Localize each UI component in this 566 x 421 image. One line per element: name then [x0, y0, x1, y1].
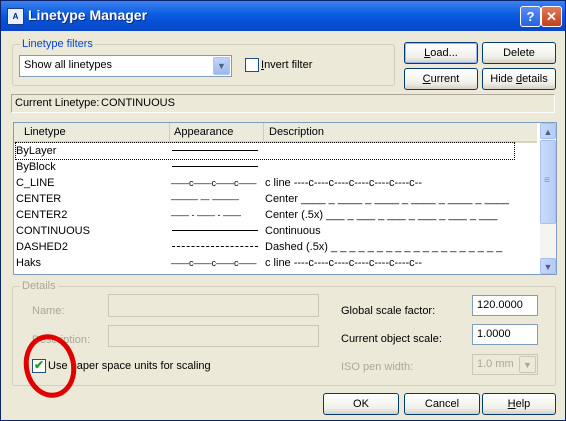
column-header-description[interactable]: Description [264, 123, 536, 141]
chevron-down-icon: ▼ [519, 356, 536, 373]
appearance-swatch: ——c——c——c—— [171, 258, 257, 268]
object-scale-input[interactable]: 1.0000 [472, 324, 538, 345]
list-item[interactable]: CONTINUOUS Continuous [14, 223, 536, 239]
help-button[interactable]: Help [482, 393, 556, 415]
details-legend: Details [20, 280, 58, 292]
linetype-name: CENTER [16, 193, 62, 205]
name-label: Name: [32, 305, 65, 317]
linetype-description: c line ----c----c----c----c----c----c-- [265, 257, 422, 269]
scroll-up-icon[interactable]: ▲ [540, 123, 556, 139]
column-header-appearance[interactable]: Appearance [169, 123, 264, 141]
list-item[interactable]: DASHED2 Dashed (.5x) _ _ _ _ _ _ _ _ _ _… [14, 239, 536, 255]
list-item[interactable]: C_LINE ——c——c——c—— c line ----c----c----… [14, 175, 536, 191]
appearance-swatch [172, 246, 258, 247]
description-field [108, 325, 319, 347]
appearance-swatch [172, 166, 258, 167]
delete-button[interactable]: Delete [482, 42, 556, 64]
grip-icon: ≡ [544, 175, 550, 186]
linetype-name: CONTINUOUS [16, 225, 90, 237]
cancel-button[interactable]: Cancel [404, 393, 480, 415]
window-title: Linetype Manager [28, 7, 148, 23]
iso-pen-label: ISO pen width: [341, 361, 414, 373]
linetype-list[interactable]: Linetype Appearance Description ByLayer … [13, 122, 557, 275]
ok-button[interactable]: OK [323, 393, 399, 415]
object-scale-label: Current object scale: [341, 333, 442, 345]
hide-details-button[interactable]: Hide details [482, 68, 556, 90]
close-button[interactable]: ✕ [541, 6, 562, 27]
linetype-description: Center (.5x) ___ _ ___ _ ___ _ ___ _ ___… [265, 209, 498, 221]
scroll-thumb[interactable]: ≡ [540, 140, 556, 224]
chevron-down-icon[interactable]: ▼ [213, 57, 230, 75]
global-scale-label: Global scale factor: [341, 305, 436, 317]
list-item[interactable]: CENTER2 —— - —— - —— Center (.5x) ___ _ … [14, 207, 536, 223]
linetype-name: DASHED2 [16, 241, 68, 253]
linetype-description: Center ____ _ ____ _ ____ _ ____ _ ____ … [265, 193, 510, 205]
iso-pen-value: 1.0 mm [477, 358, 514, 370]
linetype-manager-window: A Linetype Manager ? ✕ Linetype filters … [0, 0, 566, 421]
appearance-swatch: ——c——c——c—— [171, 178, 257, 188]
linetype-description: Continuous [265, 225, 321, 237]
appearance-swatch: —— - —— - —— [171, 210, 241, 220]
list-scrollbar[interactable]: ▲ ≡ ▼ [540, 123, 556, 274]
autocad-app-icon: A [7, 8, 24, 25]
appearance-swatch [172, 150, 258, 151]
appearance-swatch [172, 230, 258, 231]
title-bar[interactable]: A Linetype Manager ? ✕ [1, 1, 565, 31]
global-scale-input[interactable]: 120.0000 [472, 295, 538, 316]
current-button[interactable]: Current [404, 68, 478, 90]
column-header-linetype[interactable]: Linetype [14, 123, 170, 141]
invert-filter-label[interactable]: Invert filter [261, 59, 312, 71]
linetype-filter-dropdown[interactable]: Show all linetypes ▼ [19, 55, 232, 77]
list-item[interactable]: Haks ——c——c——c—— c line ----c----c----c-… [14, 255, 536, 271]
list-item[interactable]: ByBlock [14, 159, 536, 175]
linetype-filter-selected: Show all linetypes [24, 59, 113, 71]
scroll-down-icon[interactable]: ▼ [540, 258, 556, 274]
iso-pen-dropdown: 1.0 mm ▼ [472, 354, 538, 375]
linetype-name: ByLayer [15, 142, 515, 160]
linetype-name: Haks [16, 257, 42, 269]
linetype-description: Dashed (.5x) _ _ _ _ _ _ _ _ _ _ _ _ _ _… [265, 241, 503, 253]
current-linetype-value: CONTINUOUS [101, 97, 175, 109]
list-header: Linetype Appearance Description [14, 123, 537, 143]
list-item[interactable]: ByLayer [14, 142, 536, 160]
name-field [108, 294, 319, 317]
linetype-filters-legend: Linetype filters [20, 38, 95, 50]
linetype-name: CENTER2 [16, 209, 68, 221]
appearance-swatch: ——— — ——— [171, 194, 240, 204]
linetype-name: C_LINE [16, 177, 55, 189]
invert-filter-checkbox[interactable] [245, 58, 259, 72]
current-linetype-bar: Current Linetype: CONTINUOUS [11, 94, 555, 113]
linetype-description: c line ----c----c----c----c----c----c-- [265, 177, 422, 189]
load-button[interactable]: Load... [404, 42, 478, 64]
list-item[interactable]: CENTER ——— — ——— Center ____ _ ____ _ __… [14, 191, 536, 207]
help-title-button[interactable]: ? [520, 6, 541, 27]
linetype-name: ByBlock [16, 161, 56, 173]
current-linetype-label: Current Linetype: [15, 97, 100, 109]
